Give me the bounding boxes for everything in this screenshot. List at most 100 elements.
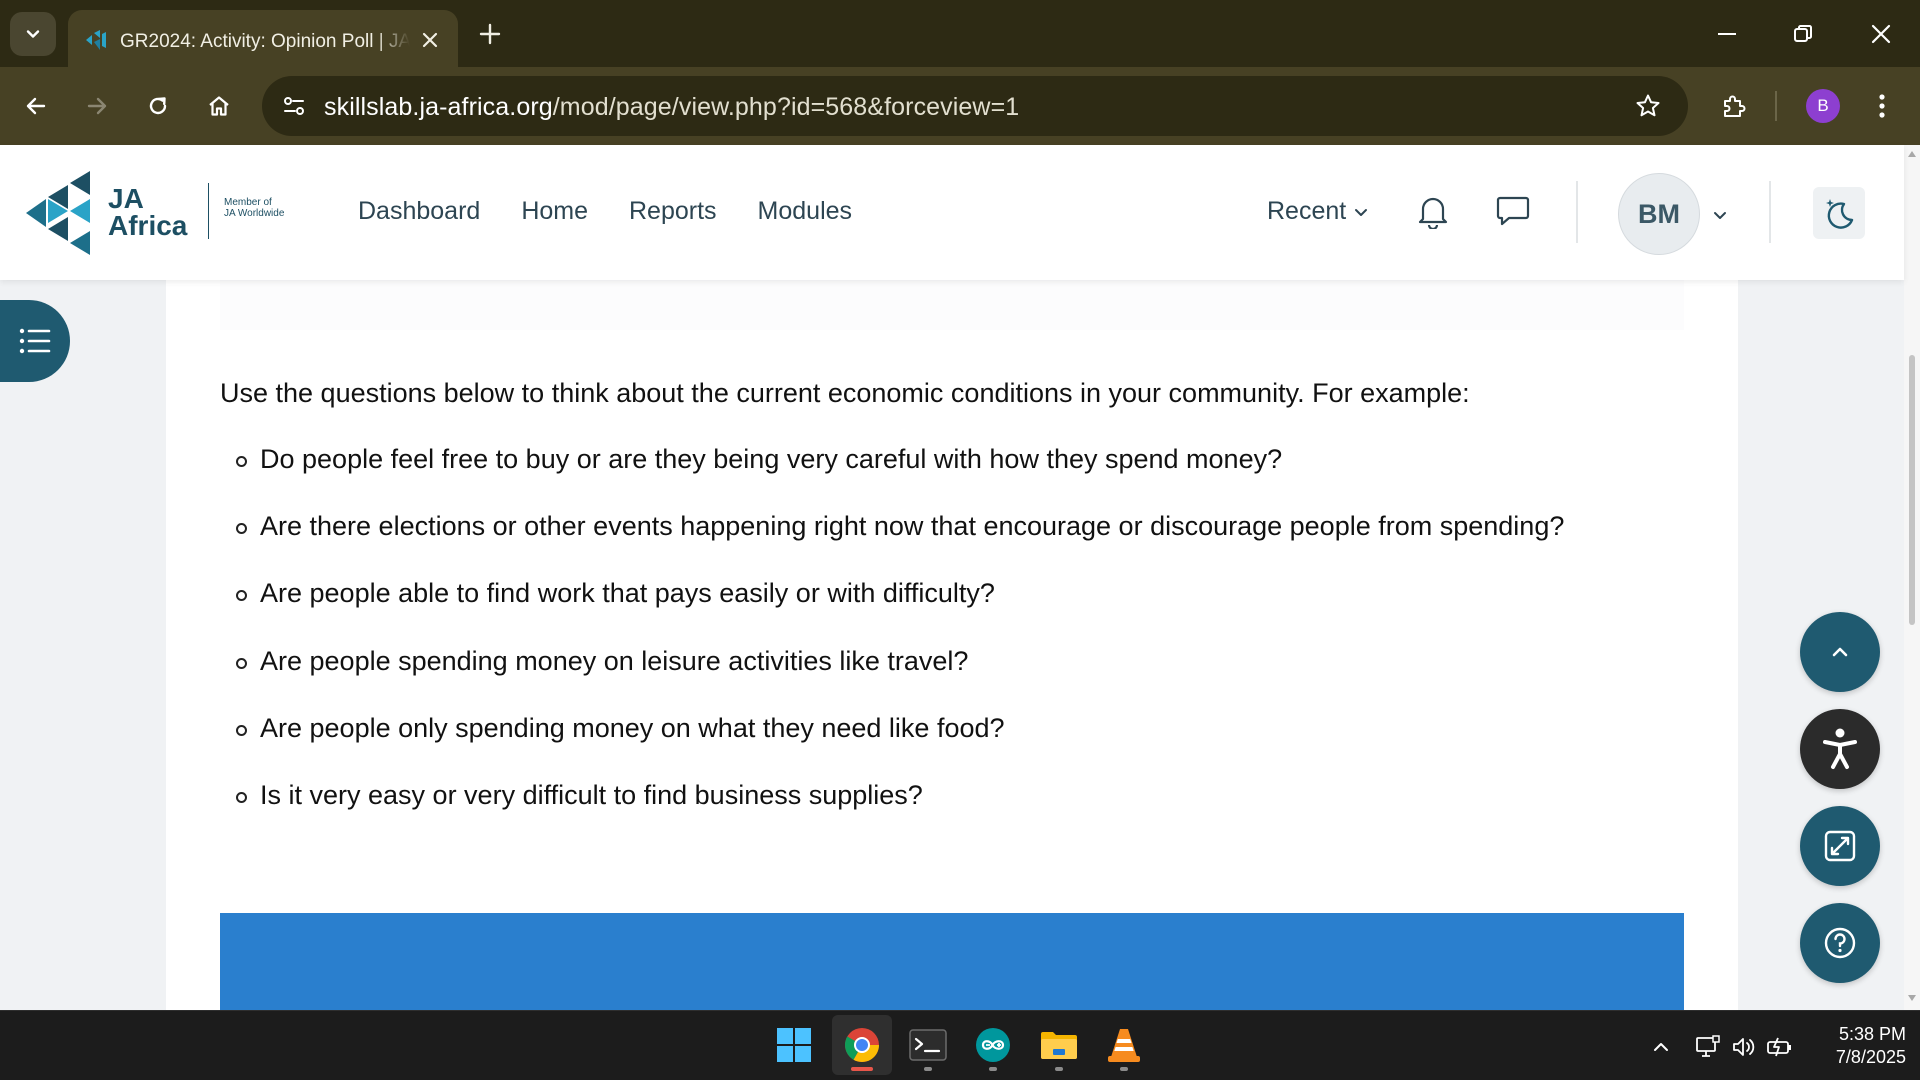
- scroll-thumb[interactable]: [1909, 355, 1915, 625]
- question-text: Is it very easy or very difficult to fin…: [260, 779, 923, 810]
- logo-divider: [208, 183, 209, 239]
- header-divider: [1769, 181, 1771, 243]
- show-hidden-icons-button[interactable]: [1647, 1033, 1675, 1061]
- minimize-icon: [1718, 33, 1736, 35]
- clock-time: 5:38 PM: [1838, 1024, 1906, 1044]
- close-window-button[interactable]: [1851, 14, 1911, 54]
- nav-modules[interactable]: Modules: [758, 197, 853, 226]
- list-item: Are there elections or other events happ…: [220, 511, 1564, 578]
- blue-banner: [220, 913, 1684, 1010]
- browser-toolbar: skillslab.ja-africa.org/mod/page/view.ph…: [0, 67, 1920, 145]
- bullet-icon: [236, 657, 247, 669]
- card-top-strip: [220, 280, 1684, 330]
- site-info-button[interactable]: [274, 86, 314, 126]
- running-indicator: [1055, 1067, 1063, 1071]
- home-button[interactable]: [199, 86, 239, 126]
- active-tab[interactable]: GR2024: Activity: Opinion Poll | JA Afri…: [68, 10, 458, 67]
- notifications-button[interactable]: [1411, 189, 1455, 233]
- ja-africa-logo[interactable]: JA Africa Member of JA Worldwide: [26, 171, 296, 257]
- fullscreen-button[interactable]: [1800, 806, 1880, 886]
- battery-button[interactable]: [1766, 1033, 1794, 1061]
- chevron-up-icon: [1832, 647, 1848, 657]
- question-text: Are people spending money on leisure act…: [260, 645, 969, 676]
- profile-avatar[interactable]: B: [1806, 89, 1840, 123]
- theme-toggle-button[interactable]: [1813, 187, 1865, 239]
- back-to-top-button[interactable]: [1800, 612, 1880, 692]
- more-menu-button[interactable]: [1864, 86, 1900, 126]
- recent-label: Recent: [1267, 197, 1347, 225]
- activity-intro: Use the questions below to think about t…: [220, 378, 1470, 408]
- list-item: Do people feel free to buy or are they b…: [220, 444, 1564, 511]
- start-button[interactable]: [764, 1015, 824, 1075]
- user-menu-toggle[interactable]: [1708, 203, 1732, 227]
- help-button[interactable]: [1800, 903, 1880, 983]
- scroll-up-arrow[interactable]: [1908, 151, 1916, 157]
- address-bar[interactable]: skillslab.ja-africa.org/mod/page/view.ph…: [262, 76, 1688, 136]
- terminal-icon: [909, 1029, 947, 1061]
- ja-logo-mark-icon: [26, 171, 90, 255]
- tab-close-button[interactable]: [416, 26, 444, 54]
- chat-bubble-icon: [1496, 196, 1530, 226]
- extensions-button[interactable]: [1714, 86, 1754, 126]
- chevron-down-icon: [26, 30, 40, 38]
- forward-button[interactable]: [77, 86, 117, 126]
- nav-dashboard[interactable]: Dashboard: [358, 197, 480, 226]
- chevron-up-icon: [1654, 1043, 1668, 1051]
- question-list: Do people feel free to buy or are they b…: [220, 444, 1564, 847]
- messages-button[interactable]: [1491, 189, 1535, 233]
- taskbar-terminal[interactable]: [898, 1015, 958, 1075]
- volume-button[interactable]: [1730, 1033, 1758, 1061]
- bullet-icon: [236, 791, 247, 803]
- running-indicator: [989, 1067, 997, 1071]
- bookmark-button[interactable]: [1630, 88, 1666, 124]
- close-icon: [422, 32, 438, 48]
- chevron-down-icon: [1355, 208, 1368, 216]
- battery-charging-icon: [1767, 1037, 1791, 1057]
- browser-tab-bar: GR2024: Activity: Opinion Poll | JA Afri…: [0, 0, 1920, 67]
- taskbar-arduino[interactable]: [963, 1015, 1023, 1075]
- recent-dropdown[interactable]: Recent: [1267, 197, 1368, 226]
- clock-date: 7/8/2025: [1835, 1047, 1906, 1067]
- taskbar-vlc[interactable]: [1094, 1015, 1154, 1075]
- taskbar-chrome[interactable]: [832, 1015, 892, 1075]
- home-icon: [209, 96, 229, 116]
- list-icon: [19, 328, 51, 354]
- close-icon: [1871, 24, 1891, 44]
- back-button[interactable]: [16, 86, 56, 126]
- taskbar-file-explorer[interactable]: [1029, 1015, 1089, 1075]
- site-info-icon: [284, 97, 304, 115]
- toolbar-divider: [1775, 91, 1777, 121]
- nav-home[interactable]: Home: [521, 197, 588, 226]
- puzzle-icon: [1724, 95, 1746, 117]
- url-host: skillslab.ja-africa.org: [324, 93, 553, 121]
- new-tab-button[interactable]: [472, 16, 508, 52]
- minimize-button[interactable]: [1697, 14, 1757, 54]
- reload-button[interactable]: [138, 86, 178, 126]
- url-text[interactable]: skillslab.ja-africa.org/mod/page/view.ph…: [324, 93, 1019, 122]
- question-text: Are people only spending money on what t…: [260, 712, 1005, 743]
- moon-stars-icon: [1826, 199, 1854, 229]
- question-text: Are there elections or other events happ…: [260, 511, 1565, 542]
- reload-icon: [149, 97, 167, 115]
- logo-line-1: JA: [108, 183, 144, 214]
- bullet-icon: [236, 456, 247, 467]
- user-avatar[interactable]: BM: [1618, 173, 1700, 255]
- page-scrollbar[interactable]: [1904, 145, 1920, 1010]
- chevron-down-icon: [1714, 212, 1726, 219]
- restore-button[interactable]: [1773, 14, 1833, 54]
- url-path: /mod/page/view.php?id=568&forceview=1: [552, 93, 1020, 121]
- bullet-icon: [236, 523, 247, 535]
- tab-title: GR2024: Activity: Opinion Poll | JA Afri…: [120, 31, 410, 52]
- bullet-icon: [236, 590, 247, 602]
- system-clock[interactable]: 5:38 PM 7/8/2025: [1806, 1023, 1906, 1069]
- windows-start-icon: [777, 1028, 811, 1062]
- tab-search-button[interactable]: [10, 12, 56, 56]
- windows-taskbar: 5:38 PM 7/8/2025: [0, 1010, 1920, 1080]
- scroll-down-arrow[interactable]: [1908, 995, 1916, 1001]
- accessibility-button[interactable]: [1800, 709, 1880, 789]
- running-indicator: [1120, 1067, 1128, 1071]
- nav-reports[interactable]: Reports: [629, 197, 717, 226]
- bullet-icon: [236, 724, 247, 736]
- primary-navigation: Dashboard Home Reports Modules: [358, 197, 893, 226]
- network-button[interactable]: [1694, 1033, 1722, 1061]
